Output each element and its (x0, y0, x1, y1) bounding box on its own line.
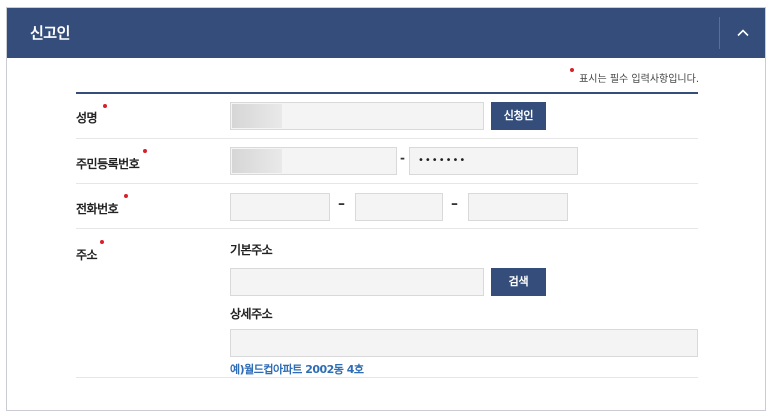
basic-address-input[interactable] (230, 268, 484, 296)
detail-address-input[interactable] (230, 329, 698, 357)
required-dot (124, 194, 128, 198)
resident-number-separator: - (400, 151, 405, 165)
address-label: 주소 (76, 248, 98, 262)
row-resident-number: 주민등록번호 - ••••••• (76, 139, 698, 184)
detail-address-example: 예)월드컵아파트 2002동 4호 (230, 363, 364, 376)
row-address: 주소 기본주소 검색 상세주소 예)월드컵아파트 2002동 4호 (76, 229, 698, 378)
phone-part2-input[interactable] (355, 193, 443, 221)
resident-number-front-input[interactable] (230, 147, 397, 175)
resident-number-label: 주민등록번호 (76, 157, 140, 171)
row-name: 성명 신청인 (76, 94, 698, 139)
name-label: 성명 (76, 111, 98, 125)
applicant-button[interactable]: 신청인 (491, 102, 546, 130)
reporter-panel: 신고인 표시는 필수 입력사항입니다. 성명 신청인 주민등록번호 - ••••… (6, 7, 766, 411)
panel-title: 신고인 (30, 24, 70, 42)
resident-number-back-input[interactable]: ••••••• (409, 147, 578, 175)
required-dot (103, 104, 107, 108)
address-search-button[interactable]: 검색 (491, 268, 546, 296)
required-dot (143, 149, 147, 153)
name-input[interactable] (230, 102, 484, 130)
panel-header: 신고인 (7, 8, 765, 58)
phone-part1-input[interactable] (230, 193, 330, 221)
required-note-text: 표시는 필수 입력사항입니다. (579, 74, 699, 85)
basic-address-label: 기본주소 (230, 243, 273, 257)
phone-separator-2: – (451, 196, 458, 212)
phone-part3-input[interactable] (468, 193, 568, 221)
detail-address-label: 상세주소 (230, 307, 273, 321)
collapse-toggle-button[interactable] (720, 8, 766, 58)
required-dot (100, 240, 104, 244)
required-dot (570, 68, 575, 72)
phone-separator-1: – (338, 196, 345, 212)
chevron-up-icon (737, 29, 749, 37)
required-note: 표시는 필수 입력사항입니다. (7, 68, 699, 85)
row-phone: 전화번호 – – (76, 184, 698, 229)
phone-label: 전화번호 (76, 202, 119, 216)
